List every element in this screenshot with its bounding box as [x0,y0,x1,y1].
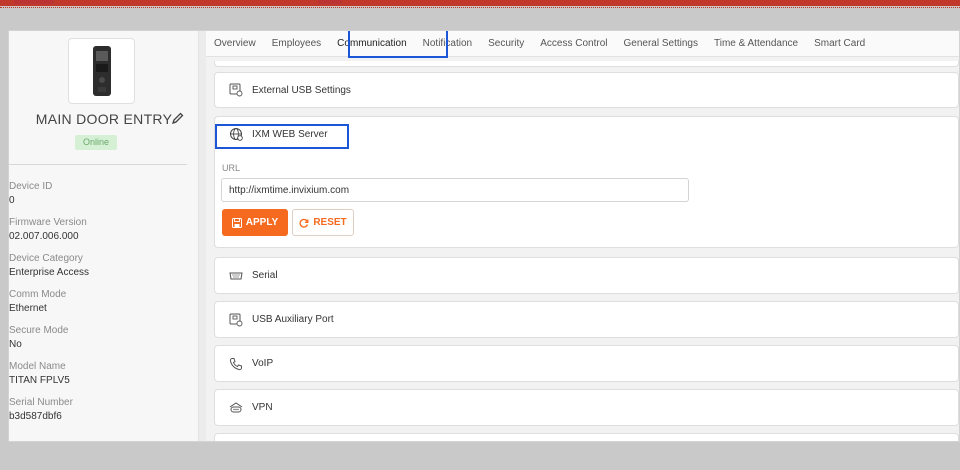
info-label: Device ID [9,181,53,192]
info-value: Enterprise Access [9,267,90,278]
status-badge: Online [75,135,117,150]
info-value: 02.007.006.000 [9,231,79,242]
info-serial-number: Serial Number b3d587dbf6 [9,397,199,423]
app-frame: MAIN DOOR ENTRY Online Device ID 0 Firmw… [8,30,960,442]
usb-settings-icon [229,83,243,97]
section-label: VPN [252,402,273,413]
url-input[interactable] [221,178,689,202]
panel-stub [214,61,959,67]
tab-time-attendance[interactable]: Time & Attendance [706,32,806,56]
info-value: Ethernet [9,303,47,314]
tab-overview[interactable]: Overview [206,32,264,56]
info-firmware-version: Firmware Version 02.007.006.000 [9,217,199,243]
refresh-icon [299,218,309,228]
info-value: TITAN FPLV5 [9,375,70,386]
info-label: Serial Number [9,397,73,408]
info-value: No [9,339,22,350]
section-usb-auxiliary[interactable]: USB Auxiliary Port [214,301,959,338]
apply-label: APPLY [245,217,279,228]
reset-button[interactable]: RESET [292,209,354,236]
tab-security[interactable]: Security [480,32,532,56]
section-label: USB Auxiliary Port [252,314,334,325]
section-next-partial[interactable] [214,433,959,441]
section-label: Serial [252,270,278,281]
divider [9,164,187,165]
section-vpn[interactable]: VPN [214,389,959,426]
info-label: Comm Mode [9,289,67,300]
info-label: Device Category [9,253,83,264]
section-header[interactable]: External USB Settings [215,73,958,107]
pencil-icon[interactable] [171,111,185,125]
info-model-name: Model Name TITAN FPLV5 [9,361,199,387]
section-header[interactable]: VoIP [215,346,958,381]
tab-employees[interactable]: Employees [264,32,329,56]
section-label: External USB Settings [252,84,351,96]
info-value: b3d587dbf6 [9,411,62,422]
info-secure-mode: Secure Mode No [9,325,199,351]
accent-chunk [14,0,54,4]
info-value: 0 [9,195,15,206]
device-terminal-icon [92,46,111,96]
device-sidebar: MAIN DOOR ENTRY Online Device ID 0 Firmw… [9,31,199,441]
tab-general-settings[interactable]: General Settings [615,32,706,56]
serial-port-icon [229,269,243,283]
main-content: Overview Employees Communication Notific… [206,31,959,441]
vpn-icon [229,401,243,415]
active-tab-highlight [348,31,448,58]
accent-line [0,7,960,8]
section-voip[interactable]: VoIP [214,345,959,382]
info-device-category: Device Category Enterprise Access [9,253,199,279]
top-accent-bar [0,0,960,8]
ixm-web-highlight [215,124,349,149]
device-name: MAIN DOOR ENTRY [35,111,173,127]
info-device-id: Device ID 0 [9,181,199,207]
save-icon [231,217,242,228]
accent-chunk [318,0,342,4]
device-image [68,38,135,104]
tab-smart-card[interactable]: Smart Card [806,32,873,56]
phone-icon [229,357,243,371]
section-header[interactable]: USB Auxiliary Port [215,302,958,337]
info-label: Secure Mode [9,325,69,336]
url-label: URL [222,163,241,173]
device-info-list: Device ID 0 Firmware Version 02.007.006.… [9,181,199,433]
section-label: VoIP [252,358,274,369]
info-label: Firmware Version [9,217,87,228]
section-serial[interactable]: Serial [214,257,959,294]
apply-button[interactable]: APPLY [222,209,288,236]
tab-bar: Overview Employees Communication Notific… [206,31,959,58]
tab-access-control[interactable]: Access Control [532,32,615,56]
usb-settings-icon [229,313,243,327]
section-header[interactable]: VPN [215,390,958,425]
section-header[interactable]: Serial [215,258,958,293]
reset-label: RESET [313,217,347,228]
info-label: Model Name [9,361,66,372]
info-comm-mode: Comm Mode Ethernet [9,289,199,315]
section-external-usb[interactable]: External USB Settings [214,72,959,108]
